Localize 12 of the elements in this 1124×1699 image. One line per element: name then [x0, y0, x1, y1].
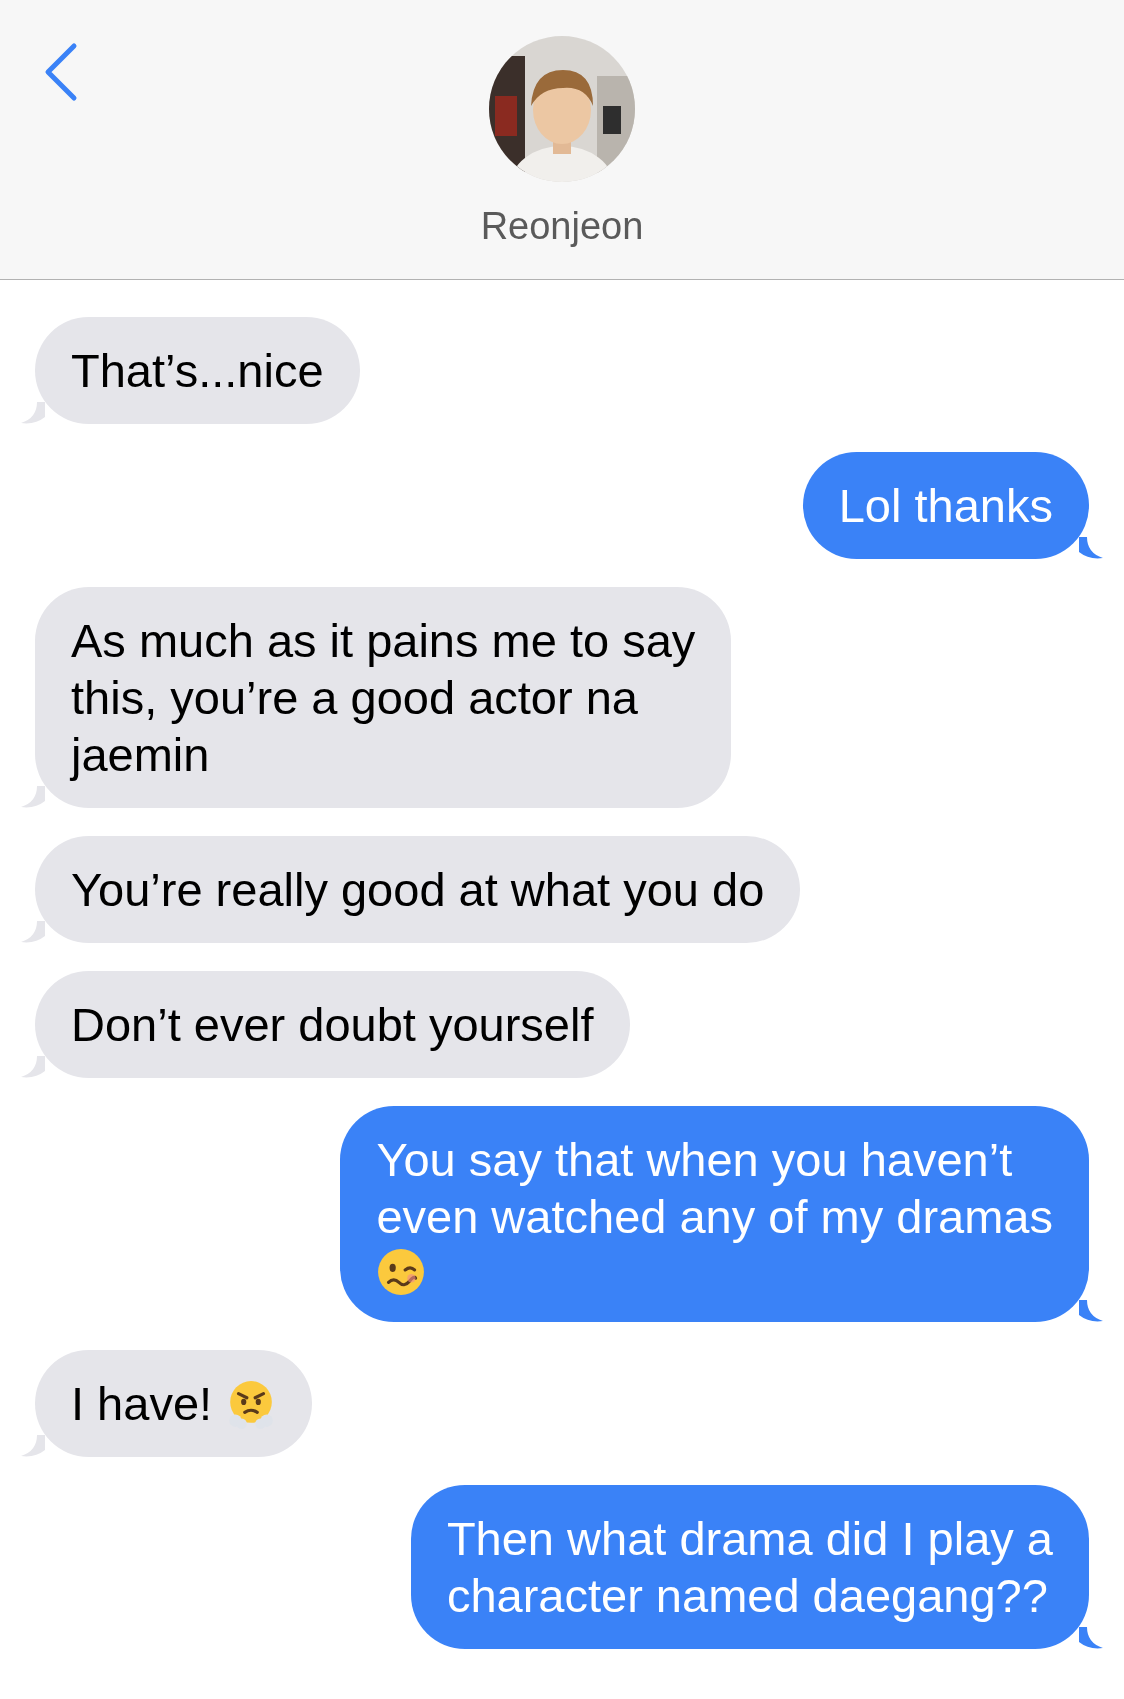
bubble-tail — [1079, 1300, 1103, 1322]
message-text: Then what drama did I play a character named daegang?? — [446, 1511, 1053, 1624]
message-text: As much as it pains me to say this, you’re a good actor na jaemin — [71, 613, 696, 783]
contact-name: Reonjeon — [480, 204, 644, 248]
message-text: You’re really good at what you do — [71, 862, 765, 918]
bubble-tail — [1079, 1627, 1103, 1649]
message-text: Don’t ever doubt yourself — [71, 997, 594, 1053]
message-text: You say that when you haven’t even watched any of my dramas — [376, 1132, 1053, 1245]
message-text: That’s...nice — [71, 343, 324, 399]
bubble-tail — [21, 786, 45, 808]
message-text: Lol thanks — [838, 478, 1053, 534]
message-text: I have! — [71, 1376, 213, 1432]
